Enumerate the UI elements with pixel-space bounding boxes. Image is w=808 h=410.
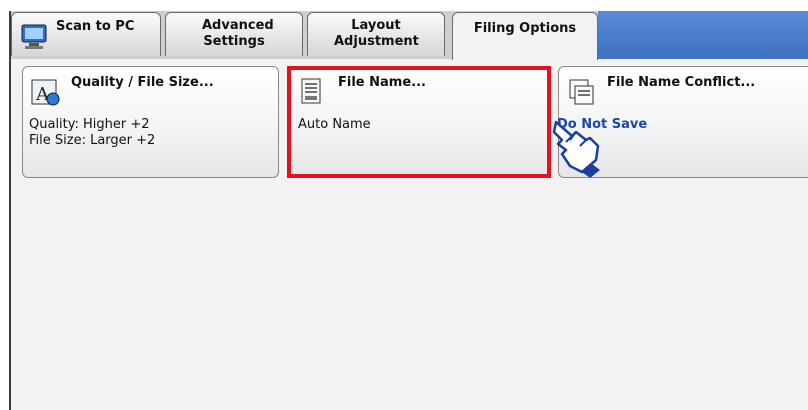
tab-label: Filing Options <box>473 21 577 36</box>
tab-advanced-settings[interactable]: Advanced Settings <box>165 12 303 56</box>
tab-label: Scan to PC <box>56 19 135 34</box>
computer-icon <box>21 24 47 49</box>
card-title: Quality / File Size... <box>71 75 214 90</box>
tab-filing-options[interactable]: Filing Options <box>452 12 598 60</box>
file-name-conflict-icon <box>569 79 594 105</box>
tab-label: Advanced Settings <box>202 18 274 49</box>
card-title: File Name Conflict... <box>607 75 756 90</box>
tab-scan-to-pc[interactable]: Scan to PC <box>11 12 161 56</box>
file-size-value: File Size: Larger +2 <box>29 133 156 148</box>
tab-bar-accent <box>598 11 808 59</box>
card-value: Auto Name <box>298 117 371 132</box>
card-title: File Name... <box>338 75 426 90</box>
tab-layout-adjustment[interactable]: Layout Adjustment <box>307 12 445 56</box>
file-name-button[interactable]: File Name... Auto Name <box>289 66 549 178</box>
quality-file-size-button[interactable]: A Quality / File Size... Quality: Higher… <box>22 66 279 178</box>
card-value: Quality: Higher +2 File Size: Larger +2 <box>29 117 155 149</box>
quality-value: Quality: Higher +2 <box>29 117 150 132</box>
quality-file-size-icon: A <box>31 79 60 106</box>
tab-label: Layout Adjustment <box>334 18 419 49</box>
file-name-icon <box>301 78 321 104</box>
pointing-hand-icon <box>552 120 600 178</box>
